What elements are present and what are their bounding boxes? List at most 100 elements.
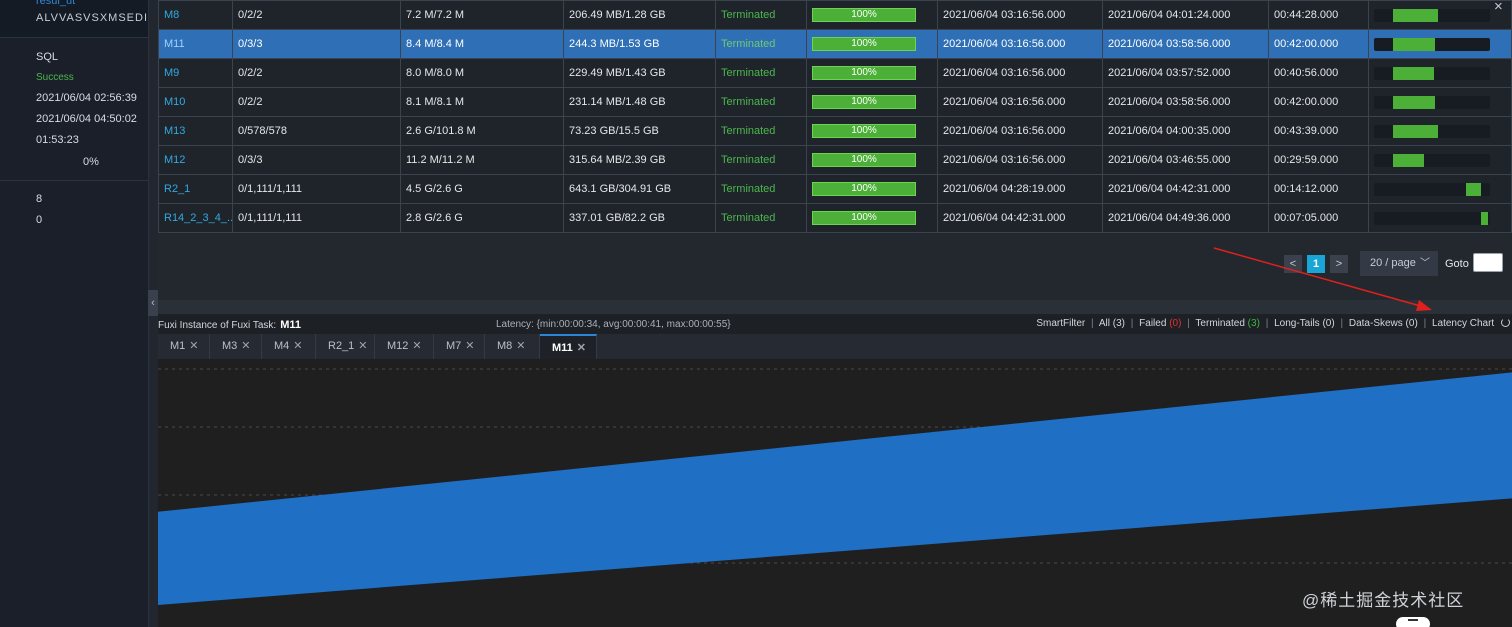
goto-input[interactable] <box>1473 253 1503 272</box>
cell-latency: 00:29:59.000 <box>1268 145 1369 175</box>
filter-all[interactable]: All (3) <box>1099 318 1125 329</box>
table-row[interactable]: R2_1 0/1,111/1,111 4.5 G/2.6 G 643.1 GB/304… <box>158 174 1512 204</box>
close-tab-icon[interactable]: ✕ <box>293 340 302 352</box>
job-info-panel: resul_ut ALVVASVSXMSEDISSS SQL Success 2… <box>0 0 148 627</box>
cell-start: 2021/06/04 03:16:56.000 <box>937 145 1103 175</box>
cell-progress: 100% <box>806 145 938 175</box>
cell-io-bytes: 315.64 MB/2.39 GB <box>563 145 716 175</box>
progress-bar: 100% <box>812 66 916 80</box>
tab-m3[interactable]: M3 ✕ <box>210 334 262 359</box>
cell-name[interactable]: M8 <box>158 0 233 30</box>
latency-chart-link[interactable]: Latency Chart <box>1432 318 1494 329</box>
pager-current-page[interactable]: 1 <box>1307 255 1325 273</box>
tab-m1[interactable]: M1 ✕ <box>158 334 210 359</box>
cell-latency: 00:40:56.000 <box>1268 58 1369 88</box>
close-tab-icon[interactable]: ✕ <box>358 340 367 352</box>
cell-status: Terminated <box>715 87 807 117</box>
latency-summary: Latency: {min:00:00:34, avg:00:00:41, ma… <box>496 319 731 330</box>
timeline-fill <box>1465 182 1481 196</box>
timeline-bar <box>1374 66 1490 80</box>
progress-bar: 100% <box>812 211 916 225</box>
tab-label: M1 <box>170 340 186 352</box>
tab-m11[interactable]: M11 ✕ <box>540 334 597 359</box>
tab-m8[interactable]: M8 ✕ <box>485 334 540 359</box>
timeline-fill <box>1392 95 1436 109</box>
tab-m7[interactable]: M7 ✕ <box>434 334 485 359</box>
cell-end: 2021/06/04 04:00:35.000 <box>1102 116 1269 146</box>
table-row[interactable]: M8 0/2/2 7.2 M/7.2 M 206.49 MB/1.28 GB Termi… <box>158 0 1512 30</box>
filter-terminated[interactable]: Terminated (3) <box>1195 318 1259 329</box>
timeline-bar <box>1374 37 1490 51</box>
section-separator <box>158 300 1512 314</box>
close-tab-icon[interactable]: ✕ <box>465 340 474 352</box>
job-link-text[interactable]: resul_ut <box>36 0 75 7</box>
table-row[interactable]: M10 0/2/2 8.1 M/8.1 M 231.14 MB/1.48 GB Term… <box>158 87 1512 117</box>
close-tab-icon[interactable]: ✕ <box>412 340 421 352</box>
close-tab-icon[interactable]: ✕ <box>189 340 198 352</box>
cell-name[interactable]: R2_1 <box>158 174 233 204</box>
cell-instances: 0/2/2 <box>232 0 401 30</box>
filter-data-skews[interactable]: Data-Skews (0) <box>1349 318 1418 329</box>
close-tab-icon[interactable]: ✕ <box>241 340 250 352</box>
cell-timeline <box>1368 87 1512 117</box>
close-tab-icon[interactable]: ✕ <box>577 342 586 354</box>
cell-io-records: 8.1 M/8.1 M <box>400 87 564 117</box>
goto-label: Goto <box>1445 258 1469 270</box>
filter-failed[interactable]: Failed (0) <box>1139 318 1181 329</box>
cell-start: 2021/06/04 03:16:56.000 <box>937 29 1103 59</box>
close-tab-icon[interactable]: ✕ <box>516 340 525 352</box>
cell-start: 2021/06/04 03:16:56.000 <box>937 0 1103 30</box>
cell-status: Terminated <box>715 145 807 175</box>
refresh-icon[interactable] <box>1501 318 1510 327</box>
table-row[interactable]: M9 0/2/2 8.0 M/8.0 M 229.49 MB/1.43 GB Termi… <box>158 58 1512 88</box>
cell-timeline <box>1368 0 1512 30</box>
cell-timeline <box>1368 174 1512 204</box>
watermark-text: @稀土掘金技术社区 <box>1302 591 1465 610</box>
app-root: resul_ut ALVVASVSXMSEDISSS SQL Success 2… <box>0 0 1512 627</box>
cell-start: 2021/06/04 03:16:56.000 <box>937 58 1103 88</box>
page-size-value: 20 / page <box>1370 257 1416 269</box>
page-size-select[interactable]: 20 / page ﹀ <box>1360 251 1438 276</box>
tab-m12[interactable]: M12 ✕ <box>375 334 434 359</box>
cell-start: 2021/06/04 04:28:19.000 <box>937 174 1103 204</box>
close-icon[interactable]: × <box>1494 0 1503 15</box>
job-progress: 0% <box>83 156 99 168</box>
progress-bar: 100% <box>812 124 916 138</box>
smart-filter-bar: SmartFilter | All (3) | Failed (0) | Ter… <box>1036 318 1510 329</box>
cell-name[interactable]: R14_2_3_4_... <box>158 203 233 233</box>
timeline-fill <box>1480 211 1488 225</box>
cell-name[interactable]: M9 <box>158 58 233 88</box>
pager-prev-button[interactable]: < <box>1284 255 1302 273</box>
cell-name[interactable]: M11 <box>158 29 233 59</box>
timeline-fill <box>1392 124 1438 138</box>
collapse-panel-button[interactable]: ‹ <box>148 290 158 316</box>
timeline-bar <box>1374 211 1490 225</box>
cell-name[interactable]: M13 <box>158 116 233 146</box>
filter-long-tails[interactable]: Long-Tails (0) <box>1274 318 1335 329</box>
cell-io-records: 8.4 M/8.4 M <box>400 29 564 59</box>
cell-latency: 00:43:39.000 <box>1268 116 1369 146</box>
cell-name[interactable]: M12 <box>158 145 233 175</box>
menu-icon <box>1408 619 1418 621</box>
tab-m4[interactable]: M4 ✕ <box>262 334 316 359</box>
instance-title: Fuxi Instance of Fuxi Task: M11 <box>158 319 301 331</box>
progress-bar: 100% <box>812 153 916 167</box>
table-row[interactable]: M11 0/3/3 8.4 M/8.4 M 244.3 MB/1.53 GB Termi… <box>158 29 1512 59</box>
latency-area <box>158 372 1512 605</box>
cell-start: 2021/06/04 03:16:56.000 <box>937 87 1103 117</box>
tab-r2_1[interactable]: R2_1 ✕ <box>316 334 375 359</box>
table-row[interactable]: R14_2_3_4_... 0/1,111/1,111 2.8 G/2.6 G 337… <box>158 203 1512 233</box>
cell-progress: 100% <box>806 87 938 117</box>
cell-name[interactable]: M10 <box>158 87 233 117</box>
cell-latency: 00:44:28.000 <box>1268 0 1369 30</box>
cell-instances: 0/578/578 <box>232 116 401 146</box>
cell-timeline <box>1368 58 1512 88</box>
table-row[interactable]: M12 0/3/3 11.2 M/11.2 M 315.64 MB/2.39 GB Te… <box>158 145 1512 175</box>
tab-label: M8 <box>497 340 513 352</box>
cell-progress: 100% <box>806 58 938 88</box>
cell-status: Terminated <box>715 29 807 59</box>
panel-divider <box>0 180 148 181</box>
table-row[interactable]: M13 0/578/578 2.6 G/101.8 M 73.23 GB/15.5 G… <box>158 116 1512 146</box>
back-to-top-button[interactable] <box>1396 617 1430 627</box>
pager-next-button[interactable]: > <box>1330 255 1348 273</box>
